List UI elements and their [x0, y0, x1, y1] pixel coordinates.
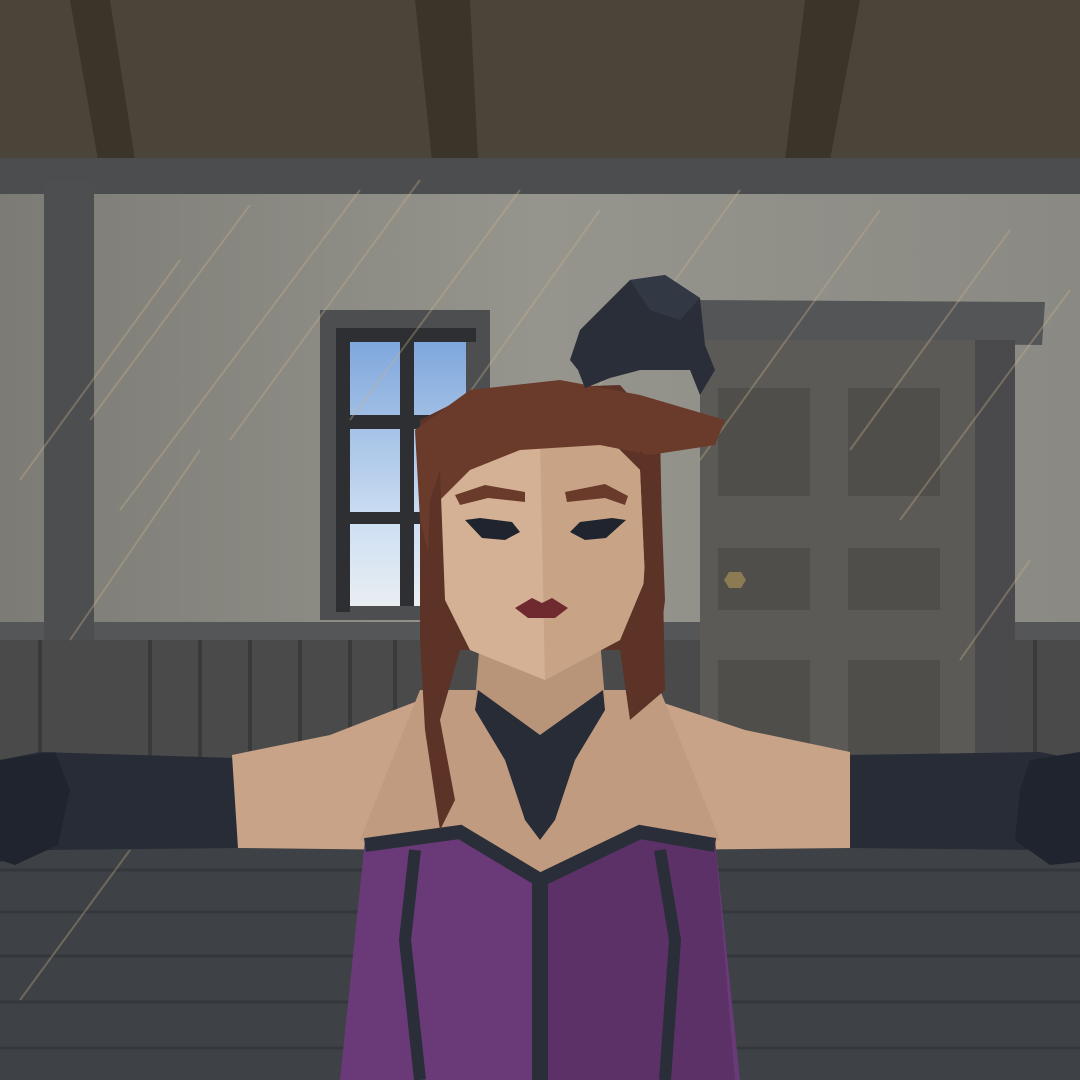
door: [690, 300, 1045, 790]
game-scene: [0, 0, 1080, 1080]
ceiling: [0, 0, 1080, 160]
